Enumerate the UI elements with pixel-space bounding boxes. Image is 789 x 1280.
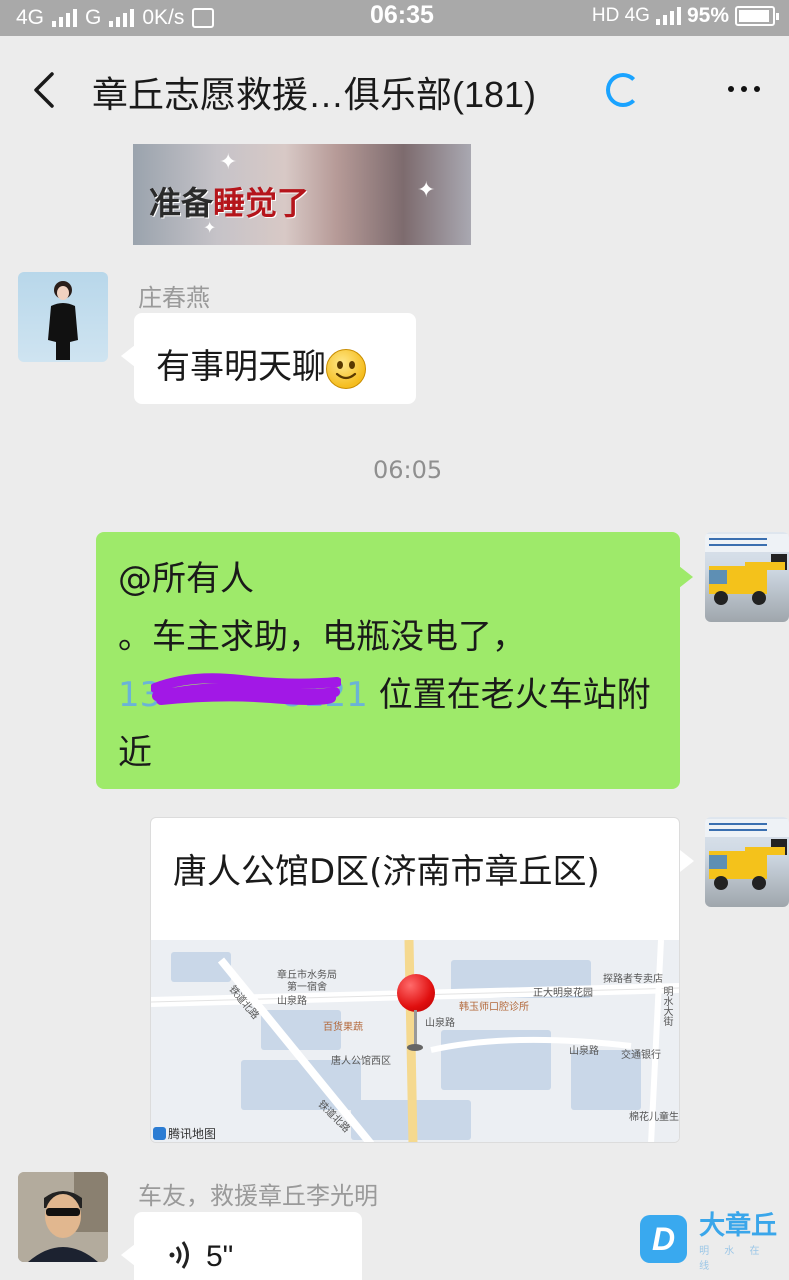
sender-name: 车友，救援章丘李光明 xyxy=(138,1182,378,1210)
tow-truck-icon xyxy=(705,534,789,605)
voice-wave-icon xyxy=(169,1241,189,1269)
avatar[interactable] xyxy=(18,1172,108,1262)
battery-icon xyxy=(735,6,779,26)
status-bar: 4G G 0K/s 06:35 HD 4G 95% xyxy=(0,0,789,36)
map-label: 探路者专卖店 xyxy=(603,974,663,985)
sparkle-icon: ✦ xyxy=(417,178,436,203)
network-label-4g: 4G xyxy=(16,6,45,29)
avatar[interactable] xyxy=(18,272,108,362)
avatar[interactable] xyxy=(705,532,789,622)
chat-header: 章丘志愿救援…俱乐部(181) xyxy=(0,36,789,144)
network-label-g: G xyxy=(85,6,102,29)
watermark-text: 大章丘 xyxy=(699,1211,778,1241)
map-label: 棉花儿童生活 xyxy=(629,1112,679,1123)
map-label: 山泉路 xyxy=(425,1018,455,1029)
signal-icon xyxy=(655,7,681,25)
map-provider-text: 腾讯地图 xyxy=(168,1127,217,1141)
sender-name: 庄春燕 xyxy=(138,284,210,312)
message-text: @所有人 。车主求助，电瓶没电了， 13 8121 位置在老火车站附 近 xyxy=(118,550,678,782)
location-text: 位置在老火车站附 xyxy=(367,675,651,715)
timestamp: 06:05 xyxy=(373,456,443,484)
message-bubble-own[interactable]: @所有人 。车主求助，电瓶没电了， 13 8121 位置在老火车站附 近 xyxy=(96,532,693,789)
map-label: 正大明泉花园 xyxy=(533,988,593,999)
map-label: 第一宿舍 xyxy=(287,982,327,993)
battery-percent: 95% xyxy=(686,4,729,27)
map-pin-icon xyxy=(397,974,435,1012)
back-arrow-icon[interactable] xyxy=(28,68,62,112)
map-pin-base xyxy=(407,1044,423,1051)
message-text: 有事明天聊 xyxy=(156,339,366,389)
tencent-map-icon xyxy=(153,1127,166,1140)
map-provider-logo: 腾讯地图 xyxy=(153,1125,216,1142)
message-line: 。车主求助，电瓶没电了， xyxy=(118,617,526,657)
map-pin-stick xyxy=(414,1010,417,1046)
watermark: D 大章丘 明 水 在 线 xyxy=(640,1205,789,1272)
map-label: 明水大街 xyxy=(661,986,672,1026)
avatar[interactable] xyxy=(705,817,789,907)
bubble-tail xyxy=(679,566,693,588)
voice-message-bubble[interactable]: 5" xyxy=(121,1212,362,1280)
chat-title: 章丘志愿救援…俱乐部(181) xyxy=(92,74,537,115)
message-line: @所有人 xyxy=(118,559,254,599)
bubble-tail xyxy=(680,850,694,872)
network-speed: 0K/s xyxy=(142,6,185,29)
sticker-caption: 准备睡觉了 xyxy=(149,178,309,224)
signal-icon xyxy=(52,9,78,27)
status-left: 4G G 0K/s xyxy=(16,6,215,30)
location-card[interactable]: 唐人公馆D区(济南市章丘区) 章丘市水务局 第一宿舍 探路者专卖店 正大明泉花园 xyxy=(150,817,680,1143)
redaction-scribble xyxy=(151,673,341,705)
map-label: 韩玉师口腔诊所 xyxy=(459,1002,529,1013)
watermark-text-group: 大章丘 明 水 在 线 xyxy=(699,1205,789,1272)
clock: 06:35 xyxy=(370,1,434,29)
signal-icon xyxy=(109,9,135,27)
status-right: HD 4G 95% xyxy=(591,4,779,28)
message-bubble[interactable]: 有事明天聊 xyxy=(121,313,416,404)
network-label-hd: HD 4G xyxy=(591,5,650,26)
bubble-tail xyxy=(121,345,135,367)
map-label: 山泉路 xyxy=(277,996,307,1007)
message-text-content: 有事明天聊 xyxy=(156,347,326,387)
person-portrait-icon xyxy=(18,1172,108,1262)
sticker-caption-dark: 准备 xyxy=(149,184,214,222)
screenshot-icon xyxy=(192,8,215,28)
sparkle-icon: ✦ xyxy=(219,150,238,175)
map-label: 山泉路 xyxy=(569,1046,599,1057)
map-label: 唐人公馆西区 xyxy=(331,1056,391,1067)
more-options-icon[interactable] xyxy=(728,86,760,92)
sticker-image[interactable]: ✦ ✦ ✦ 准备睡觉了 xyxy=(133,144,471,245)
voice-duration: 5" xyxy=(206,1240,234,1273)
bubble-tail xyxy=(121,1244,135,1266)
message-line: 近 xyxy=(118,733,152,773)
sticker-caption-red: 睡觉了 xyxy=(213,184,310,222)
loading-spinner-icon xyxy=(606,73,640,107)
tow-truck-icon xyxy=(705,819,789,890)
map-label: 百货果蔬 xyxy=(323,1022,363,1033)
watermark-logo: D xyxy=(640,1214,688,1263)
map-label: 交通银行 xyxy=(621,1050,661,1061)
watermark-subtext: 明 水 在 线 xyxy=(699,1246,766,1272)
person-portrait-icon xyxy=(48,281,78,360)
location-title: 唐人公馆D区(济南市章丘区) xyxy=(173,852,600,892)
location-map[interactable]: 章丘市水务局 第一宿舍 探路者专卖店 正大明泉花园 山泉路 韩玉师口腔诊所 山泉… xyxy=(151,940,679,1142)
smiley-emoji-icon xyxy=(326,348,366,389)
